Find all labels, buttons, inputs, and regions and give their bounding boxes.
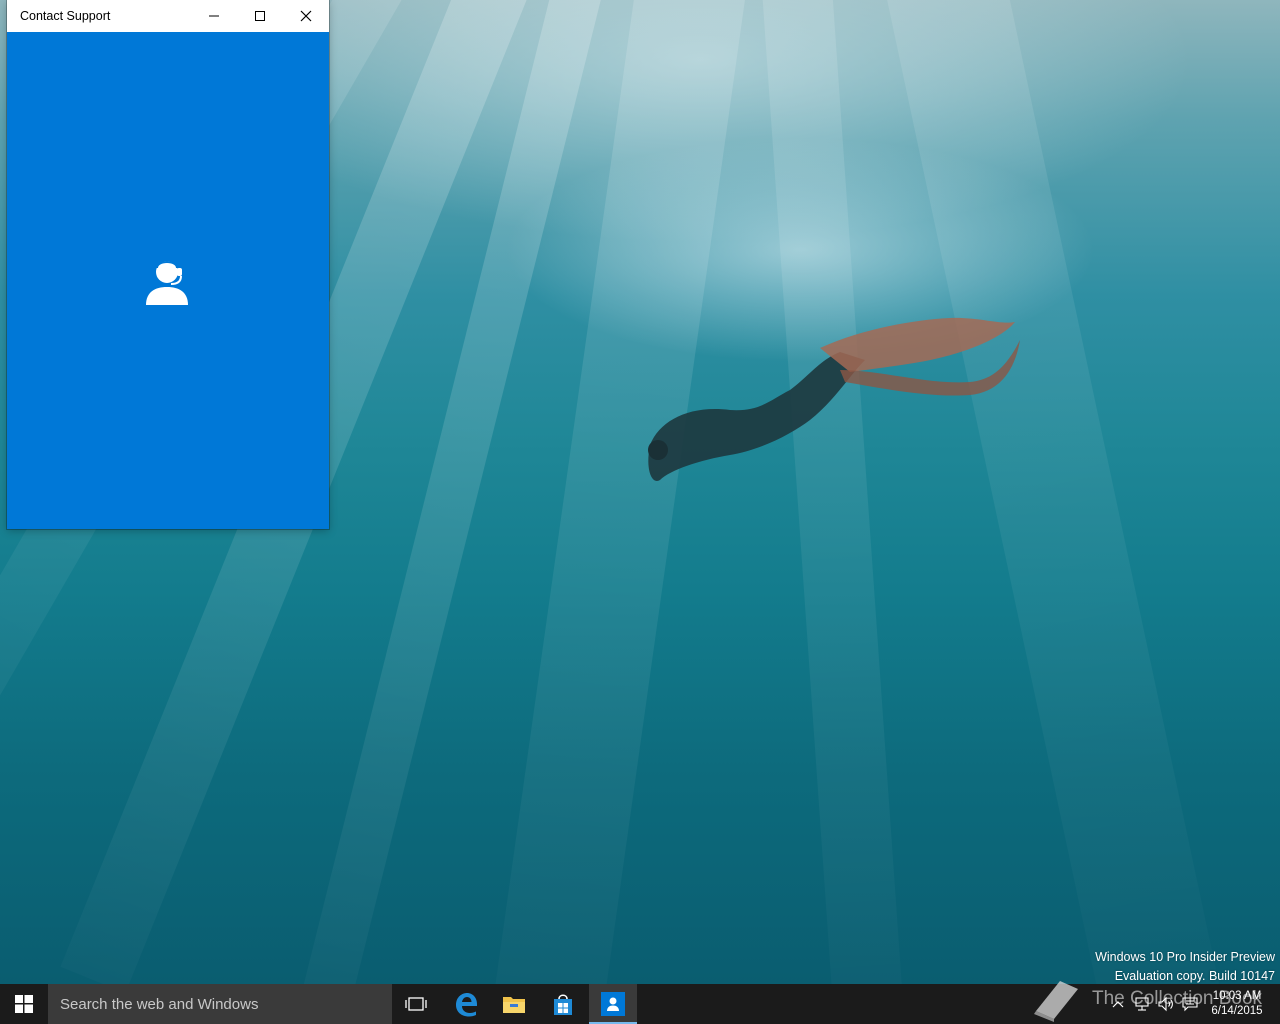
taskbar-clock[interactable]: 10:03 AM 6/14/2015: [1202, 989, 1272, 1019]
minimize-icon: [209, 15, 219, 17]
store-button[interactable]: [539, 984, 587, 1024]
volume-tray-button[interactable]: [1154, 984, 1178, 1024]
clock-time: 10:03 AM: [1212, 990, 1262, 1002]
window-titlebar[interactable]: Contact Support: [7, 0, 329, 32]
clock-date: 6/14/2015: [1211, 1005, 1263, 1017]
diver-image: [648, 317, 1020, 481]
contact-support-window[interactable]: Contact Support: [7, 0, 329, 529]
support-agent-icon: [146, 261, 188, 305]
system-tray: 10:03 AM 6/14/2015: [1106, 984, 1280, 1024]
maximize-button[interactable]: [237, 0, 283, 32]
minimize-button[interactable]: [191, 0, 237, 32]
store-icon: [554, 994, 572, 1015]
close-icon: [300, 10, 312, 22]
action-center-button[interactable]: [1178, 984, 1202, 1024]
file-explorer-button[interactable]: [490, 984, 538, 1024]
window-title: Contact Support: [20, 9, 111, 23]
task-view-button[interactable]: [392, 984, 440, 1024]
support-agent-icon: [601, 992, 625, 1016]
start-button[interactable]: [0, 984, 48, 1024]
edge-icon: [456, 993, 477, 1017]
network-tray-button[interactable]: [1130, 984, 1154, 1024]
notification-icon: [1182, 997, 1198, 1012]
network-icon: [1135, 997, 1149, 1011]
chevron-up-icon: [1112, 1001, 1124, 1008]
maximize-icon: [255, 11, 265, 21]
volume-icon: [1158, 996, 1173, 1012]
app-splash-body: [7, 32, 329, 529]
edge-taskbar-button[interactable]: [442, 984, 490, 1024]
watermark-edition: Windows 10 Pro Insider Preview: [1095, 950, 1275, 964]
task-view-icon: [405, 997, 427, 1011]
show-hidden-icons-button[interactable]: [1106, 984, 1130, 1024]
contact-support-taskbar-button[interactable]: [589, 984, 637, 1024]
build-watermark: Windows 10 Pro Insider Preview Evaluatio…: [1095, 948, 1275, 986]
close-button[interactable]: [283, 0, 329, 32]
search-placeholder: Search the web and Windows: [60, 995, 259, 1013]
taskbar: Search the web and Windows 10:03 AM 6/14…: [0, 984, 1280, 1024]
folder-icon: [503, 997, 525, 1013]
windows-logo-icon: [15, 995, 33, 1013]
taskbar-search-box[interactable]: Search the web and Windows: [48, 984, 392, 1024]
